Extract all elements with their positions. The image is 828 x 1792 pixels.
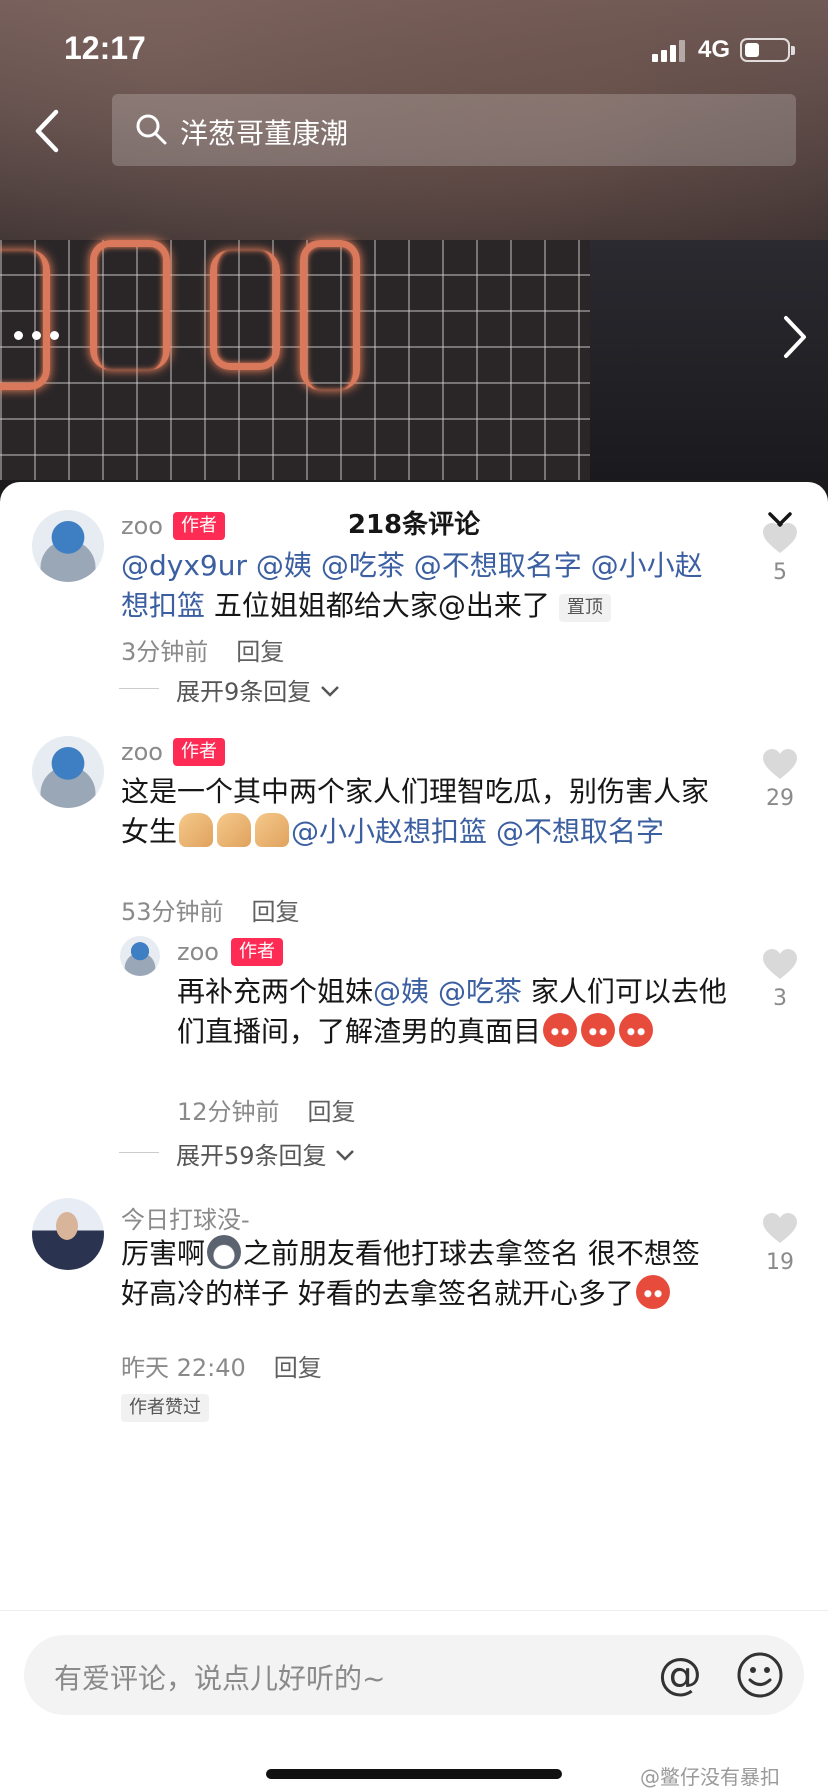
angry-emoji-icon [635,1275,670,1309]
comment-author[interactable]: zoo [177,938,219,966]
comment-text-plain: 再补充两个姐妹 [177,975,374,1008]
author-badge: 作者 [173,512,225,540]
avatar[interactable] [120,936,160,976]
comment-text-plain: 五位姐姐都给大家@出来了 [213,589,550,622]
mention-link[interactable]: @不想取名字 [496,815,664,848]
pray-emoji-icon [255,813,290,847]
expand-replies-button[interactable]: 展开59条回复 [118,1136,356,1171]
mention-link[interactable]: @不想取名字 [414,549,582,582]
home-indicator[interactable] [266,1769,562,1779]
avatar[interactable] [32,1198,104,1270]
emoji-icon[interactable] [736,1651,784,1699]
comment-text-plain: 厉害啊 [121,1237,206,1270]
comment-text: 这是一个其中两个家人们理智吃瓜，别伤害人家女生 @小小赵想扣篮 @不想取名字 [121,772,721,852]
comment-input-bar: 有爱评论，说点儿好听的~ @ @鳖仔没有暴扣 [0,1610,828,1792]
reply-button[interactable]: 回复 [236,638,284,666]
comment-item: zoo 作者 这是一个其中两个家人们理智吃瓜，别伤害人家女生 @小小赵想扣篮 @不… [0,736,828,936]
status-time: 12:17 [64,30,146,66]
mention-link[interactable]: @小小赵想扣篮 [291,815,487,848]
search-query: 洋葱哥董康潮 [180,117,349,150]
neon-sign-stroke [210,250,280,370]
battery-icon [740,38,795,62]
like-button[interactable]: 29 [756,748,804,811]
neon-sign-stroke [300,240,360,390]
like-count: 19 [766,1250,794,1275]
comment-meta: 昨天 22:40 回复 [121,1348,322,1383]
signal-icon [652,40,688,62]
reply-button[interactable]: 回复 [274,1354,322,1382]
comment-text: 再补充两个姐妹@姨 @吃茶 家人们可以去他们直播间，了解渣男的真面目 [177,972,737,1052]
comment-meta: 3分钟前 回复 [121,632,284,667]
watermark: @鳖仔没有暴扣 [640,1765,780,1789]
mention-link[interactable]: @吃茶 [321,549,405,582]
comment-sheet: 218条评论 zoo 作者 @dyx9ur @姨 @吃茶 @不想取名字 @小小赵… [0,482,828,1792]
chevron-right-icon [784,316,806,358]
angry-emoji-icon [543,1013,578,1047]
avatar[interactable] [32,736,104,808]
pray-emoji-icon [179,813,214,847]
chevron-down-icon [321,686,339,697]
pinned-badge: 置顶 [558,594,611,622]
comment-time: 3分钟前 [121,638,209,666]
mention-link[interactable]: @姨 [373,975,429,1008]
cat-emoji-icon [207,1235,242,1269]
mention-link[interactable]: @dyx9ur [121,549,247,582]
comment-meta: 53分钟前 回复 [121,892,300,927]
like-count: 29 [766,786,794,811]
reply-item: zoo 作者 再补充两个姐妹@姨 @吃茶 家人们可以去他们直播间，了解渣男的真面… [0,936,828,1136]
comment-text: 厉害啊 之前朋友看他打球去拿签名 很不想签好高冷的样子 好看的去拿签名就开心多了 [121,1234,721,1314]
chevron-left-icon [35,109,59,153]
mention-link[interactable]: @姨 [256,549,312,582]
like-count: 5 [773,560,787,585]
heart-icon [763,523,797,553]
comment-meta: 12分钟前 回复 [177,1092,356,1127]
neon-sign-stroke [0,250,50,390]
back-button[interactable] [28,106,68,156]
network-type: 4G [698,36,731,63]
neon-sign-stroke [90,240,170,370]
comment-input[interactable]: 有爱评论，说点儿好听的~ @ [24,1635,804,1715]
reply-button[interactable]: 回复 [252,898,300,926]
reply-button[interactable]: 回复 [308,1098,356,1126]
comment-author[interactable]: 今日打球没- [121,1200,250,1235]
more-icon[interactable] [12,328,62,344]
comment-author[interactable]: zoo [121,738,163,766]
liked-by-author-badge: 作者赞过 [121,1394,209,1422]
like-count: 3 [773,986,787,1011]
avatar[interactable] [32,510,104,582]
author-badge: 作者 [173,738,225,766]
status-bar: 12:17 4G [0,0,828,90]
angry-emoji-icon [581,1013,616,1047]
pray-emoji-icon [217,813,252,847]
at-mention-icon[interactable]: @ [654,1649,706,1701]
search-input[interactable]: 洋葱哥董康潮 [112,94,796,166]
comment-text: @dyx9ur @姨 @吃茶 @不想取名字 @小小赵想扣篮 五位姐姐都给大家@出… [121,546,721,626]
next-button[interactable] [780,314,810,360]
mention-link[interactable]: @吃茶 [438,975,522,1008]
heart-icon [763,749,797,779]
expand-replies-button[interactable]: 展开9条回复 [119,672,341,707]
like-button[interactable]: 3 [756,948,804,1011]
angry-emoji-icon [619,1013,654,1047]
comment-time: 昨天 22:40 [121,1354,246,1382]
heart-icon [763,1213,797,1243]
comment-author[interactable]: zoo [121,512,163,540]
comment-time: 53分钟前 [121,898,224,926]
search-icon [136,114,167,145]
comment-item: 今日打球没- 厉害啊 之前朋友看他打球去拿签名 很不想签好高冷的样子 好看的去拿签… [0,1198,828,1422]
like-button[interactable]: 5 [756,522,804,585]
author-badge: 作者 [231,938,283,966]
heart-icon [763,949,797,979]
like-button[interactable]: 19 [756,1212,804,1275]
chevron-down-icon [336,1150,355,1161]
comment-time: 12分钟前 [177,1098,280,1126]
input-placeholder: 有爱评论，说点儿好听的~ [54,1662,386,1695]
